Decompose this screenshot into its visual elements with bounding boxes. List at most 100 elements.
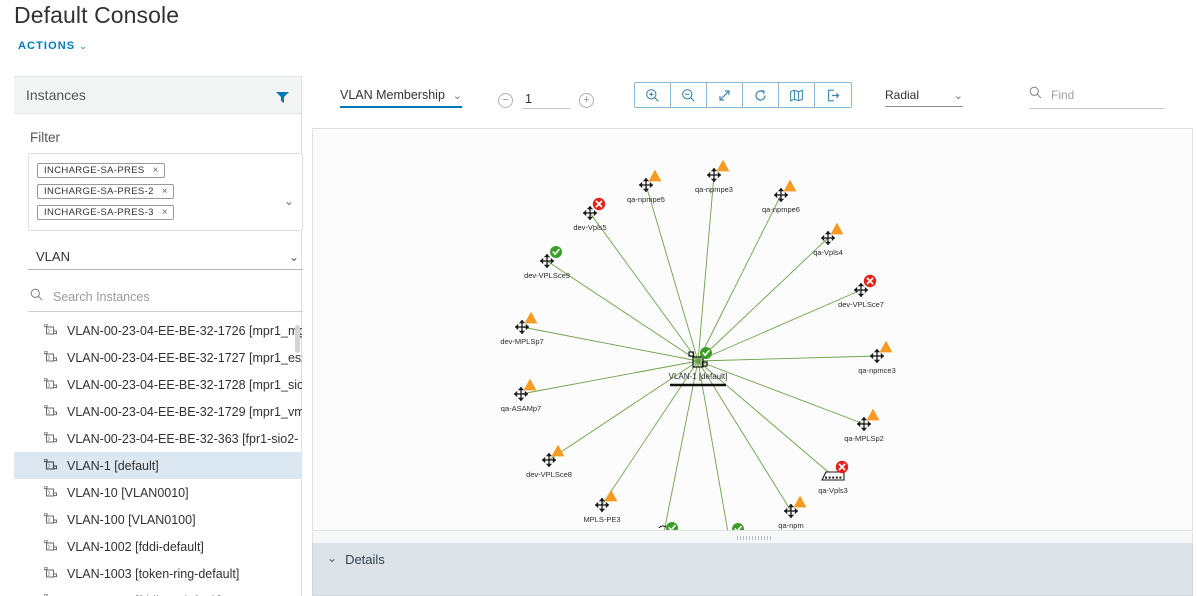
topology-node-label: qa-npmpe5 <box>627 195 665 204</box>
topology-node[interactable]: qa-npmpe5 <box>627 169 665 204</box>
chevron-right-icon[interactable]: › <box>47 568 51 580</box>
list-item-label: VLAN-1002 [fddi-default] <box>67 539 204 554</box>
topology-node[interactable]: dev-Vpls5 <box>573 197 607 232</box>
chevron-right-icon[interactable]: › <box>47 325 51 337</box>
funnel-icon[interactable] <box>276 90 289 103</box>
instances-list[interactable]: › VLAN-00-23-04-EE-BE-32-1726 [mpr1_mg ›… <box>14 317 302 596</box>
depth-value[interactable]: 1 <box>522 92 570 109</box>
topology-node[interactable]: qa-npmpe6 <box>762 179 800 214</box>
search-instances-row[interactable] <box>28 288 303 312</box>
list-item[interactable]: › VLAN-1003 [token-ring-default] <box>14 560 302 587</box>
expand-icon[interactable] <box>707 83 743 107</box>
close-icon[interactable]: × <box>162 207 168 218</box>
list-item-label: VLAN-00-23-04-EE-BE-32-1727 [mpr1_esx <box>67 350 302 365</box>
layout-select[interactable]: Radial ⌄ <box>885 88 963 107</box>
increment-depth-button[interactable]: + <box>579 93 594 108</box>
topology-node[interactable]: qa-Vpls4 <box>813 222 844 257</box>
topology-node-label: qa-npm <box>778 521 803 530</box>
details-panel-header[interactable]: ⌄ Details <box>312 543 1193 596</box>
topology-node-label: qa-npmce3 <box>858 366 896 375</box>
decrement-depth-button[interactable]: − <box>498 93 513 108</box>
relationship-select[interactable]: VLAN Membership ⌄ <box>340 88 462 108</box>
topology-node[interactable]: dev-VPLSce9 <box>524 246 570 280</box>
chevron-right-icon[interactable]: › <box>47 514 51 526</box>
topology-graph[interactable]: qa-npmpe5 qa-npmpe3 qa-npmpe6 dev-Vpls5 qa-V… <box>313 129 1192 530</box>
close-icon[interactable]: × <box>153 165 159 176</box>
list-item-selected[interactable]: › VLAN-1 [default] <box>14 452 302 479</box>
list-item[interactable]: › VLAN-10 [VLAN0010] <box>14 479 302 506</box>
list-item[interactable]: › VLAN-00-23-04-EE-BE-32-1727 [mpr1_esx <box>14 344 302 371</box>
topology-center-node[interactable]: VLAN-1 [default] <box>669 347 728 387</box>
filter-chip[interactable]: INCHARGE-SA-PRES × <box>37 163 165 178</box>
list-item[interactable]: › VLAN-100 [VLAN0100] <box>14 506 302 533</box>
list-item[interactable]: › VLAN-00-23-04-EE-BE-32-1728 [mpr1_sio <box>14 371 302 398</box>
topology-node-label: qa-ASAMp7 <box>501 404 541 413</box>
topology-node[interactable]: MPLS-PE3 <box>583 489 621 524</box>
instances-scrollbar[interactable] <box>295 325 300 353</box>
chevron-right-icon[interactable]: › <box>47 406 51 418</box>
details-label: Details <box>345 552 385 567</box>
chevron-right-icon[interactable]: › <box>47 433 51 445</box>
topology-node-label: qa-Vpls3 <box>818 486 848 495</box>
topology-node-label: MPLS-PE3 <box>583 515 620 524</box>
class-select-value: VLAN <box>36 249 70 264</box>
list-item[interactable]: › VLAN-00-23-04-EE-BE-32-1729 [mpr1_vm <box>14 398 302 425</box>
instances-panel-header: Instances <box>14 76 301 114</box>
filter-chip[interactable]: INCHARGE-SA-PRES-2 × <box>37 184 174 199</box>
list-item[interactable]: › VLAN-00-23-04-EE-BE-32-363 [fpr1-sio2- <box>14 425 302 452</box>
chevron-right-icon[interactable]: › <box>47 541 51 553</box>
domain-filter-chips[interactable]: INCHARGE-SA-PRES × INCHARGE-SA-PRES-2 × … <box>28 153 303 231</box>
list-item-label: VLAN-00-23-04-EE-BE-32-1728 [mpr1_sio <box>67 377 302 392</box>
list-item[interactable]: › VLAN-00-23-04-EE-BE-32-1726 [mpr1_mg <box>14 317 302 344</box>
chevron-right-icon[interactable]: › <box>47 379 51 391</box>
find-input[interactable] <box>1049 87 1164 103</box>
topology-icon-toolbar <box>634 82 852 108</box>
topology-edge <box>697 355 878 362</box>
chevron-down-icon: ⌄ <box>452 89 462 102</box>
list-item[interactable]: › VLAN-1002 [fddi-default] <box>14 533 302 560</box>
topology-node[interactable]: qa-npmce4 <box>710 523 748 530</box>
topology-node-label: dev-VPLSce7 <box>838 300 884 309</box>
topology-node[interactable]: 10.106.236.51 <box>639 522 687 530</box>
find-row[interactable] <box>1029 86 1164 109</box>
close-icon[interactable]: × <box>162 186 168 197</box>
topology-node[interactable]: dev-MPLSp7 <box>500 311 544 346</box>
chevron-down-icon[interactable]: ⌄ <box>284 194 294 208</box>
chevron-right-icon[interactable]: › <box>47 352 51 364</box>
list-item[interactable]: › VLAN-1004 [fddinet-default] <box>14 587 302 596</box>
topology-node-label: VLAN-1 [default] <box>669 372 728 381</box>
topology-canvas[interactable]: qa-npmpe5 qa-npmpe3 qa-npmpe6 dev-Vpls5 qa-V… <box>312 128 1193 531</box>
class-select[interactable]: VLAN ⌄ <box>28 247 303 270</box>
topology-node[interactable]: qa-MPLSp2 <box>844 408 884 443</box>
topology-node[interactable]: qa-npm <box>778 495 807 530</box>
export-icon[interactable] <box>815 83 851 107</box>
zoom-in-icon[interactable] <box>635 83 671 107</box>
chevron-down-icon: ⌄ <box>79 40 88 51</box>
actions-menu-button[interactable]: ACTIONS ⌄ <box>18 40 88 52</box>
instances-panel: Instances Filter INCHARGE-SA-PRES × INCH… <box>14 76 303 596</box>
topology-node[interactable]: dev-VPLSce7 <box>838 274 884 309</box>
topology-node[interactable]: qa-ASAMp7 <box>501 378 541 413</box>
chevron-right-icon[interactable]: › <box>47 460 51 472</box>
search-input[interactable] <box>51 289 299 305</box>
topology-node[interactable]: qa-Vpls3 <box>818 460 849 495</box>
depth-stepper: − 1 + <box>498 92 594 109</box>
filter-label: Filter <box>30 130 60 145</box>
zoom-out-icon[interactable] <box>671 83 707 107</box>
chevron-right-icon[interactable]: › <box>47 487 51 499</box>
topology-node[interactable]: qa-npmce3 <box>858 340 896 375</box>
drag-handle[interactable] <box>737 536 771 540</box>
filter-chip[interactable]: INCHARGE-SA-PRES-3 × <box>37 205 174 220</box>
refresh-icon[interactable] <box>743 83 779 107</box>
page-title: Default Console <box>14 2 180 28</box>
topology-edge <box>663 360 699 530</box>
topology-node[interactable]: qa-npmpe3 <box>695 159 733 194</box>
topology-edge <box>697 360 865 425</box>
chevron-down-icon: ⌄ <box>953 89 963 102</box>
panel-splitter[interactable] <box>312 532 1193 543</box>
map-icon[interactable] <box>779 83 815 107</box>
list-item-label: VLAN-100 [VLAN0100] <box>67 512 196 527</box>
list-item-label: VLAN-00-23-04-EE-BE-32-363 [fpr1-sio2- <box>67 431 299 446</box>
topology-node-label: dev-VPLSce9 <box>524 271 570 280</box>
topology-node-label: dev-MPLSp7 <box>500 337 543 346</box>
